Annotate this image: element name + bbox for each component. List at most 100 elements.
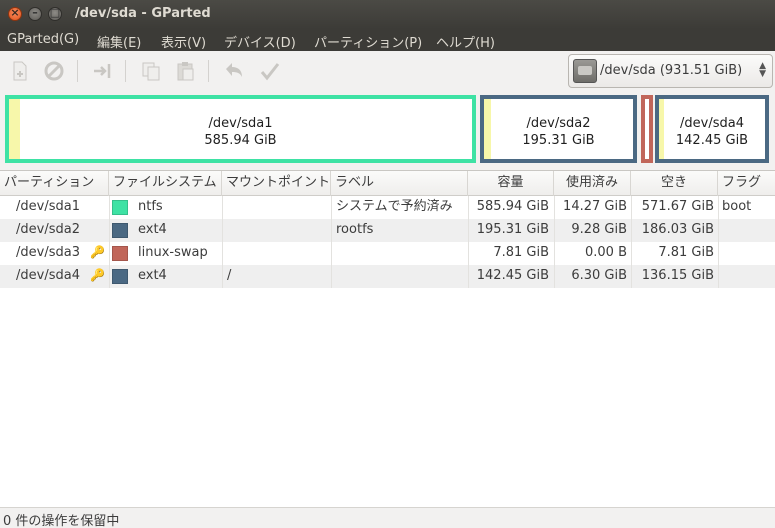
minimize-window-button[interactable]: –: [28, 6, 42, 21]
filesystem-cell: ntfs: [138, 199, 163, 214]
new-icon: [13, 61, 27, 81]
size-cell: 585.94 GiB: [476, 199, 549, 214]
maximize-icon: □: [49, 6, 61, 19]
partition-block-sda4[interactable]: /dev/sda4 142.45 GiB: [655, 95, 769, 163]
mountpoint-cell: [227, 219, 327, 242]
resize-move-icon: [94, 64, 111, 78]
free-cell: 136.15 GiB: [641, 268, 714, 283]
status-bar: 0 件の操作を保留中: [0, 507, 775, 528]
partition-block-sda1[interactable]: /dev/sda1 585.94 GiB: [5, 95, 476, 163]
used-cell: 9.28 GiB: [571, 222, 627, 237]
column-header-partition[interactable]: パーティション: [0, 171, 109, 196]
filesystem-color-swatch: [112, 246, 128, 261]
flags-cell: [722, 242, 772, 265]
column-divider: [331, 196, 332, 288]
apply-button[interactable]: [258, 59, 282, 83]
paste-icon: [177, 62, 194, 81]
maximize-window-button[interactable]: □: [48, 6, 62, 21]
column-header-size[interactable]: 容量: [468, 171, 554, 196]
mountpoint-cell: [227, 242, 327, 265]
column-divider: [468, 196, 469, 288]
column-divider: [631, 196, 632, 288]
partition-cell: /dev/sda4: [16, 268, 80, 283]
delete-icon: [44, 61, 64, 81]
flags-cell: [722, 265, 772, 288]
label-cell: システムで予約済み: [336, 199, 453, 214]
title-bar: × – □ /dev/sda - GParted: [0, 0, 775, 29]
undo-button[interactable]: [222, 59, 246, 83]
column-header-filesystem[interactable]: ファイルシステム: [109, 171, 222, 196]
menu-device[interactable]: デバイス(D): [224, 32, 296, 51]
label-cell: rootfs: [336, 222, 374, 237]
column-header-mountpoint[interactable]: マウントポイント: [222, 171, 331, 196]
filesystem-color-swatch: [112, 223, 128, 238]
new-partition-button[interactable]: [8, 59, 32, 83]
menu-view[interactable]: 表示(V): [161, 32, 206, 51]
used-cell: 14.27 GiB: [563, 199, 627, 214]
toolbar-separator: [77, 60, 78, 82]
toolbar-separator: [125, 60, 126, 82]
close-icon: ×: [10, 6, 20, 19]
column-header-label[interactable]: ラベル: [331, 171, 468, 196]
filesystem-cell: ext4: [138, 268, 167, 283]
flags-cell: boot: [722, 199, 752, 214]
column-header-free[interactable]: 空き: [631, 171, 718, 196]
device-selector-label: /dev/sda (931.51 GiB): [600, 63, 743, 78]
harddisk-icon: [573, 59, 597, 83]
partition-block-size: 195.31 GiB: [522, 133, 595, 148]
mountpoint-cell: /: [227, 268, 232, 283]
size-cell: 142.45 GiB: [476, 268, 549, 283]
mountpoint-cell: [227, 196, 327, 219]
table-header: パーティション ファイルシステム マウントポイント ラベル 容量 使用済み 空き…: [0, 171, 775, 196]
filesystem-cell: ext4: [138, 222, 167, 237]
column-divider: [222, 196, 223, 288]
table-row[interactable]: /dev/sda2 ext4 rootfs 195.31 GiB 9.28 Gi…: [0, 219, 775, 242]
filesystem-color-swatch: [112, 269, 128, 284]
size-cell: 7.81 GiB: [493, 245, 549, 260]
partition-cell: /dev/sda2: [16, 222, 80, 237]
column-divider: [554, 196, 555, 288]
label-cell: [336, 265, 466, 288]
window-title: /dev/sda - GParted: [75, 6, 211, 21]
partition-block-size: 585.94 GiB: [204, 133, 277, 148]
paste-button[interactable]: [173, 59, 197, 83]
menu-help[interactable]: ヘルプ(H): [436, 32, 495, 51]
free-cell: 186.03 GiB: [641, 222, 714, 237]
table-row[interactable]: /dev/sda3 🔑 linux-swap 7.81 GiB 0.00 B 7…: [0, 242, 775, 265]
menu-gparted[interactable]: GParted(G): [7, 32, 79, 47]
copy-button[interactable]: [139, 59, 163, 83]
toolbar-separator: [208, 60, 209, 82]
menu-partition[interactable]: パーティション(P): [314, 32, 422, 51]
used-cell: 6.30 GiB: [571, 268, 627, 283]
column-divider: [109, 196, 110, 288]
partition-block-name: /dev/sda2: [526, 116, 591, 131]
close-window-button[interactable]: ×: [8, 6, 22, 21]
minimize-icon: –: [32, 6, 38, 19]
column-divider: [718, 196, 719, 288]
partition-block-name: /dev/sda1: [208, 116, 273, 131]
column-header-flags[interactable]: フラグ: [718, 171, 775, 196]
menu-edit[interactable]: 編集(E): [97, 32, 141, 51]
column-header-used[interactable]: 使用済み: [554, 171, 631, 196]
delete-partition-button[interactable]: [42, 59, 66, 83]
free-cell: 7.81 GiB: [658, 245, 714, 260]
partition-block-size: 142.45 GiB: [675, 133, 749, 148]
filesystem-cell: linux-swap: [138, 245, 208, 260]
menu-bar: GParted(G) 編集(E) 表示(V) デバイス(D) パーティション(P…: [0, 29, 775, 51]
partition-block-name: /dev/sda4: [680, 116, 744, 131]
table-row[interactable]: /dev/sda4 🔑 ext4 / 142.45 GiB 6.30 GiB 1…: [0, 265, 775, 288]
copy-icon: [142, 62, 160, 81]
device-selector[interactable]: /dev/sda (931.51 GiB) ▲ ▼: [568, 54, 773, 88]
partition-block-sda2[interactable]: /dev/sda2 195.31 GiB: [480, 95, 637, 163]
partition-map: /dev/sda1 585.94 GiB /dev/sda2 195.31 GiB …: [0, 93, 775, 167]
table-row[interactable]: /dev/sda1 ntfs システムで予約済み 585.94 GiB 14.2…: [0, 196, 775, 219]
apply-icon: [260, 63, 280, 81]
partition-block-sda3[interactable]: [641, 95, 653, 163]
free-cell: 571.67 GiB: [641, 199, 714, 214]
flags-cell: [722, 219, 772, 242]
label-cell: [336, 242, 466, 265]
resize-move-button[interactable]: [90, 59, 114, 83]
pending-operations-status: 0 件の操作を保留中: [3, 514, 120, 528]
filesystem-color-swatch: [112, 200, 128, 215]
size-cell: 195.31 GiB: [476, 222, 549, 237]
